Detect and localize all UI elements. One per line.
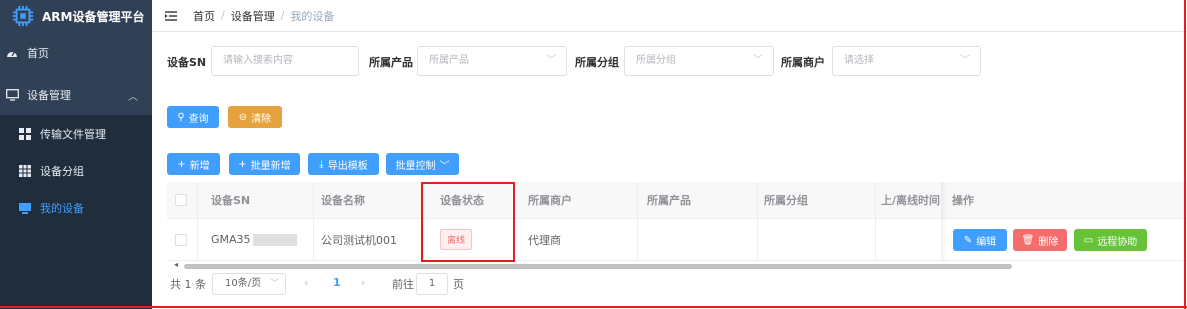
sidebar-item-file-transfer[interactable]: 传输文件管理 [0,115,152,153]
breadcrumb-my-devices: 我的设备 [290,9,335,23]
highlight-box [421,182,515,262]
chevron-down-icon: ﹀ [269,279,279,289]
sn-search-input[interactable]: 请输入搜索内容 [211,46,359,76]
row-checkbox[interactable] [175,233,187,246]
cell-sn: GMA35 [211,219,297,260]
chip-icon [12,5,34,27]
sn-label: 设备SN [167,56,207,69]
sidebar: ARM设备管理平台 首页 设备管理 ︿ 传输文件管理 设备分组 我的设备 [0,0,152,309]
col-group: 所属分组 [764,194,808,207]
breadcrumb-device-management[interactable]: 设备管理 [231,8,275,24]
page-number-current[interactable]: 1 [333,276,341,289]
grid-icon [18,127,32,141]
delete-button[interactable]: 🗑 删除 [1013,229,1067,251]
goto-suffix: 页 [453,278,464,291]
export-template-button[interactable]: ⤓ 导出模板 [308,153,379,175]
remote-assist-button[interactable]: ▭ 远程协助 [1074,229,1147,251]
scroll-thumb[interactable] [184,264,1012,269]
group-label: 所属分组 [575,56,619,69]
sidebar-item-device-management[interactable]: 设备管理 ︿ [0,76,152,114]
edit-button[interactable]: ✎ 编辑 [953,229,1007,251]
page-size-select[interactable]: 10条/页 ﹀ [212,273,286,295]
trash-icon: 🗑 [1021,234,1035,246]
cell-name: 公司测试机001 [321,233,397,247]
query-button[interactable]: ⚲ 查询 [167,106,219,128]
product-label: 所属产品 [369,56,413,69]
col-product: 所属产品 [647,194,691,207]
minus-circle-icon: ⊖ [238,111,248,123]
col-merchant: 所属商户 [528,194,572,207]
col-sn: 设备SN [211,194,251,207]
edit-icon: ✎ [963,234,973,246]
chevron-down-icon: ﹀ [546,55,556,66]
redacted-block [252,233,297,246]
app-logo: ARM设备管理平台 [0,0,152,32]
next-page-icon[interactable]: › [361,276,365,289]
select-all-checkbox[interactable] [175,194,187,206]
device-icon [18,201,32,215]
top-header: 首页 / 设备管理 / 我的设备 [152,0,1187,32]
chevron-up-icon: ︿ [128,92,138,103]
chevron-down-icon: ﹀ [753,55,763,66]
plus-icon: + [177,158,186,170]
table-icon [18,164,32,178]
breadcrumb: 首页 / 设备管理 / 我的设备 [193,8,335,24]
clear-button[interactable]: ⊖ 清除 [228,106,282,128]
col-online-time: 上/离线时间 [881,194,941,207]
prev-page-icon[interactable]: ‹ [304,276,308,289]
monitor-icon [5,88,19,102]
scroll-left-arrow-icon[interactable]: ◂ [174,260,178,269]
monitor-icon: ▭ [1083,234,1094,246]
batch-control-dropdown[interactable]: 批量控制 ﹀ [386,153,459,175]
chevron-down-icon: ﹀ [439,160,450,172]
menu-toggle-icon[interactable] [165,10,177,21]
horizontal-scrollbar[interactable]: ◂ [174,260,1187,270]
batch-add-button[interactable]: + 批量新增 [229,153,300,175]
product-select[interactable]: 所属产品 ﹀ [417,46,567,76]
cell-merchant: 代理商 [528,233,561,247]
sidebar-item-my-devices[interactable]: 我的设备 [0,189,152,227]
sidebar-item-home[interactable]: 首页 [0,34,152,72]
table-row: GMA35 公司测试机001 离线 代理商 ✎ 编辑 🗑 删除 ▭ 远程协助 [167,219,1187,261]
group-select[interactable]: 所属分组 ﹀ [624,46,774,76]
merchant-select[interactable]: 请选择 ﹀ [832,46,981,76]
col-actions: 操作 [952,194,974,207]
app-title: ARM设备管理平台 [42,9,145,24]
plus-icon: + [238,158,247,170]
table-header: 设备SN 设备名称 设备状态 所属商户 所属产品 所属分组 上/离线时间 操作 [167,182,1187,219]
merchant-label: 所属商户 [781,56,825,69]
breadcrumb-home[interactable]: 首页 [193,8,215,24]
dashboard-icon [5,46,19,60]
col-name: 设备名称 [321,194,365,207]
pagination-total: 共 1 条 [170,278,206,291]
goto-page-input[interactable]: 1 [416,273,448,295]
search-icon: ⚲ [177,111,185,123]
goto-prefix: 前往 [392,278,414,291]
sidebar-item-device-group[interactable]: 设备分组 [0,152,152,190]
chevron-down-icon: ﹀ [960,55,970,66]
download-icon: ⤓ [319,158,324,170]
add-button[interactable]: + 新增 [167,153,220,175]
